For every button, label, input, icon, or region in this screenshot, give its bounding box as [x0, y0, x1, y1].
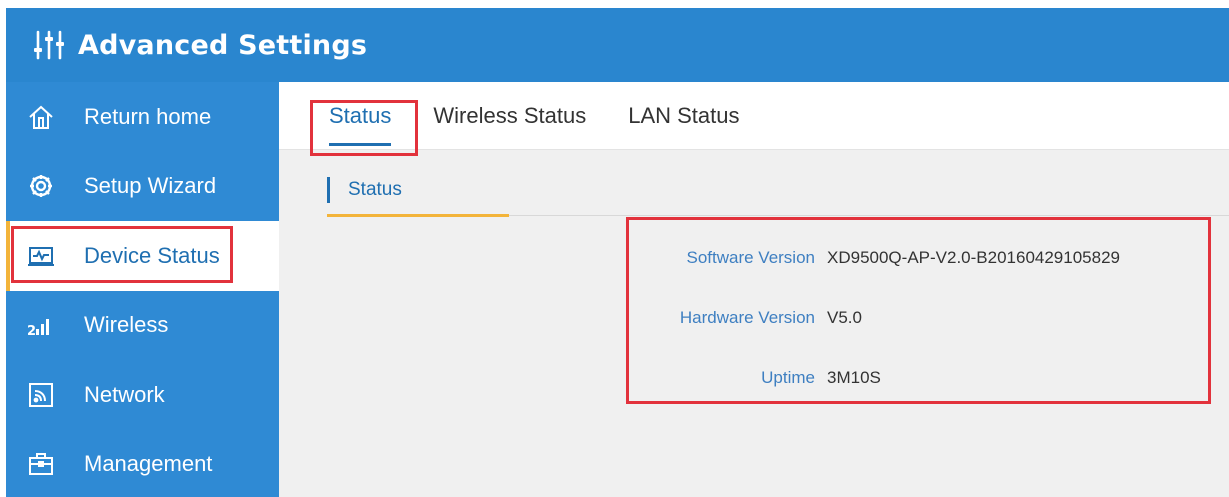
info-value: V5.0 — [827, 308, 862, 327]
sidebar-item-network[interactable]: Network — [6, 360, 279, 430]
section-divider-accent — [327, 214, 509, 217]
info-row-software-version: Software Version XD9500Q-AP-V2.0-B201604… — [579, 248, 1229, 268]
tab-lan-status[interactable]: LAN Status — [628, 103, 739, 129]
info-label: Hardware Version — [679, 308, 815, 327]
sidebar-item-label: Wireless — [84, 312, 169, 338]
tab-bar: Status Wireless Status LAN Status — [279, 82, 1229, 150]
signal-bars-icon: 2 — [26, 310, 56, 340]
sidebar-item-label: Network — [84, 381, 165, 407]
monitor-pulse-icon — [26, 241, 56, 271]
sidebar-item-setup-wizard[interactable]: Setup Wizard — [6, 152, 279, 222]
info-label: Software Version — [686, 248, 815, 267]
section-header: Status — [327, 177, 402, 203]
app-header: Advanced Settings — [6, 8, 1229, 82]
network-icon — [26, 380, 56, 410]
info-value: 3M10S — [827, 368, 881, 387]
sidebar-item-label: Setup Wizard — [84, 173, 217, 199]
app-title: Advanced Settings — [78, 29, 368, 61]
sidebar-item-label: Device Status — [84, 242, 220, 268]
section-marker — [327, 177, 330, 203]
sidebar-item-management[interactable]: Management — [6, 430, 279, 497]
main-content: Status Wireless Status LAN Status Status… — [279, 82, 1229, 497]
toolbox-icon — [26, 449, 56, 479]
tab-wireless-status[interactable]: Wireless Status — [433, 103, 586, 129]
sliders-icon — [32, 28, 66, 62]
sidebar-item-return-home[interactable]: Return home — [6, 82, 279, 152]
sidebar: Return home Setup Wizard Device Status 2 — [6, 82, 279, 497]
tab-status[interactable]: Status — [329, 103, 392, 146]
sidebar-item-device-status[interactable]: Device Status — [6, 221, 279, 291]
info-label: Uptime — [761, 368, 815, 387]
info-row-uptime: Uptime 3M10S — [579, 368, 1229, 388]
section-title: Status — [348, 179, 402, 200]
info-value: XD9500Q-AP-V2.0-B20160429105829 — [827, 248, 1120, 267]
sidebar-item-wireless[interactable]: 2 Wireless — [6, 291, 279, 361]
home-icon — [26, 102, 56, 132]
sidebar-item-label: Management — [84, 451, 213, 477]
sidebar-item-label: Return home — [84, 103, 212, 129]
gear-icon — [26, 171, 56, 201]
info-row-hardware-version: Hardware Version V5.0 — [579, 308, 1229, 328]
svg-text:2: 2 — [27, 324, 36, 339]
